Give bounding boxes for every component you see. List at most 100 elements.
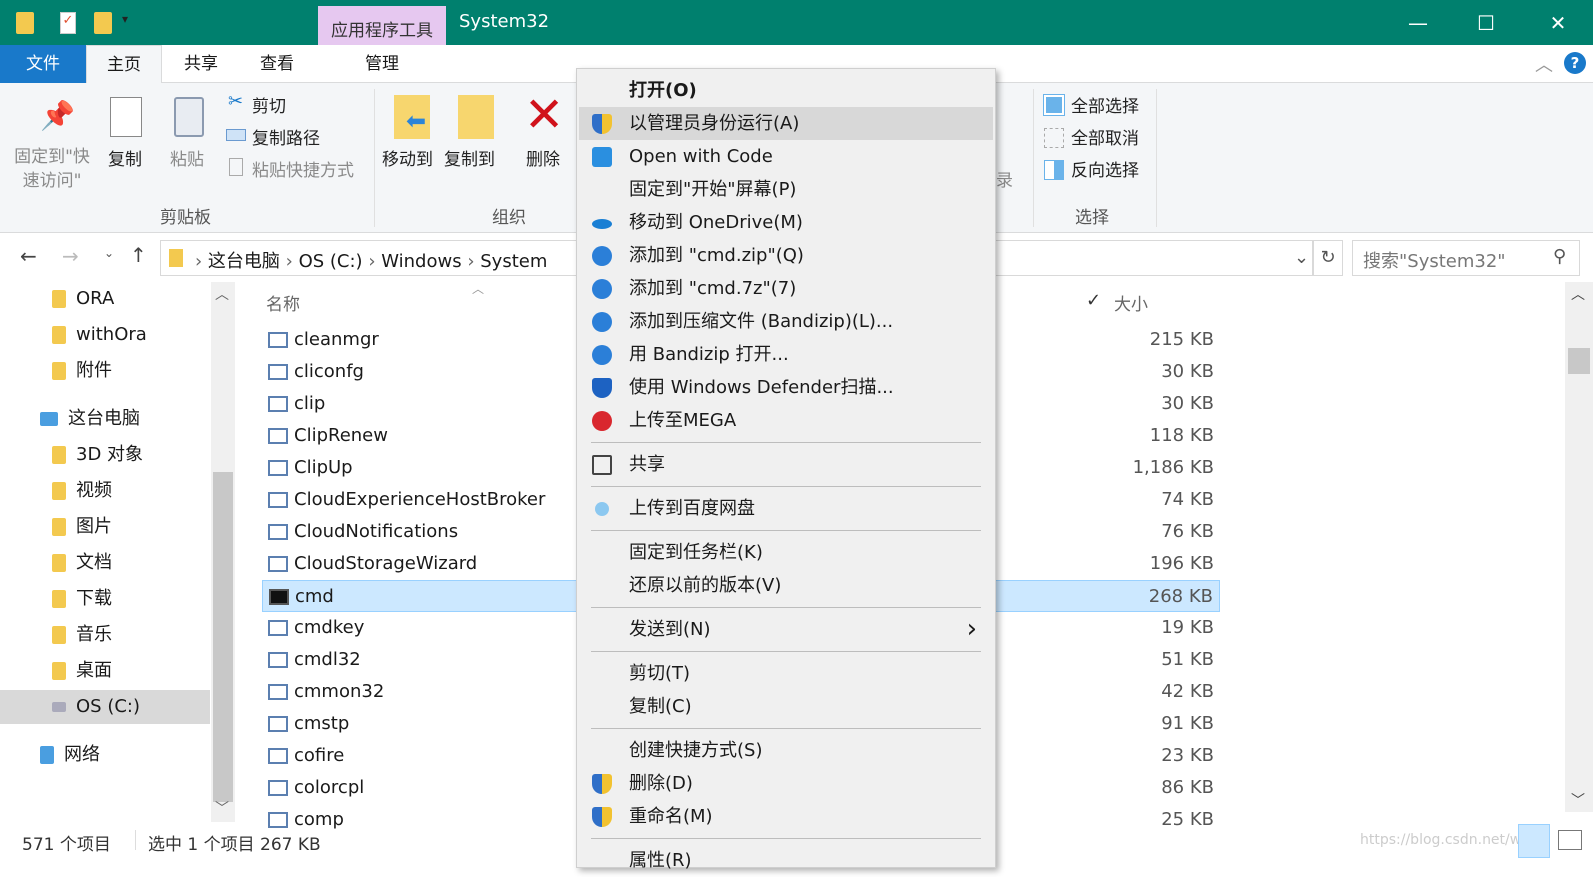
file-name: cleanmgr (294, 329, 379, 350)
menu-item[interactable]: 以管理员身份运行(A) (579, 107, 993, 140)
menu-item-label: 固定到任务栏(K) (629, 542, 763, 563)
select-none-icon (1044, 128, 1064, 148)
menu-item[interactable]: 复制(C) (579, 690, 993, 723)
properties-quick-icon[interactable]: ✓ (60, 12, 76, 34)
nav-item[interactable]: 附件 (0, 354, 210, 388)
nav-item[interactable]: 文档 (0, 546, 210, 580)
minimize-button[interactable]: — (1395, 8, 1441, 38)
menu-item[interactable]: 打开(O) (579, 74, 993, 107)
menu-item[interactable]: 添加到 "cmd.7z"(7) (579, 272, 993, 305)
tab-file[interactable]: 文件 (0, 45, 86, 83)
maximize-button[interactable]: ☐ (1463, 8, 1509, 38)
invert-selection-button[interactable]: 反向选择 (1071, 156, 1139, 181)
breadcrumb: › 这台电脑 › OS (C:) › Windows › System (195, 251, 548, 272)
details-view-button[interactable] (1518, 824, 1550, 858)
nav-item[interactable]: 视频 (0, 474, 210, 508)
nav-item[interactable]: 桌面 (0, 654, 210, 688)
file-icon (268, 364, 288, 380)
nav-item[interactable]: 3D 对象 (0, 438, 210, 472)
nav-scroll-thumb[interactable] (213, 472, 233, 802)
close-button[interactable]: ✕ (1535, 8, 1581, 38)
checkbox-column-icon[interactable]: ✓ (1086, 290, 1101, 311)
menu-item[interactable]: 添加到 "cmd.zip"(Q) (579, 239, 993, 272)
help-icon[interactable]: ? (1564, 52, 1586, 74)
menu-item-label: 以管理员身份运行(A) (629, 113, 800, 134)
file-icon (268, 684, 288, 700)
nav-item-this-pc[interactable]: 这台电脑 (0, 402, 210, 436)
tab-home[interactable]: 主页 (86, 45, 162, 84)
menu-item[interactable]: 添加到压缩文件 (Bandizip)(L)... (579, 305, 993, 338)
move-to-button[interactable]: 移动到 (382, 145, 433, 170)
delete-button[interactable]: 删除 (526, 145, 560, 170)
menu-item[interactable]: 上传到百度网盘 (579, 492, 993, 525)
tab-share[interactable]: 共享 (166, 45, 236, 83)
menu-item[interactable]: 创建快捷方式(S) (579, 734, 993, 767)
menu-item[interactable]: 用 Bandizip 打开... (579, 338, 993, 371)
menu-item[interactable]: 重命名(M) (579, 800, 993, 833)
nav-scrollbar[interactable]: ︿ ﹀ (211, 282, 235, 822)
file-size: 51 KB (1161, 649, 1214, 670)
menu-item[interactable]: 共享 (579, 448, 993, 481)
paste-shortcut-button[interactable]: 粘贴快捷方式 (252, 156, 354, 181)
nav-item[interactable]: 下载 (0, 582, 210, 616)
nav-item[interactable]: 图片 (0, 510, 210, 544)
paste-button[interactable]: 粘贴 (170, 145, 204, 170)
column-header-name[interactable]: 名称 (266, 290, 300, 315)
copy-button[interactable]: 复制 (108, 145, 142, 170)
menu-item[interactable]: Open with Code (579, 140, 993, 173)
history-button-partial[interactable]: 录 (996, 166, 1013, 191)
list-scrollbar[interactable]: ︿ ﹀ (1565, 282, 1593, 812)
recent-locations-button[interactable]: ⌄ (104, 246, 114, 260)
search-input[interactable]: 搜索"System32" ⚲ (1352, 240, 1580, 276)
copy-path-button[interactable]: 复制路径 (252, 124, 320, 149)
back-button[interactable]: ← (20, 244, 37, 268)
menu-item[interactable]: 固定到"开始"屏幕(P) (579, 173, 993, 206)
delete-icon: ✕ (524, 87, 565, 143)
forward-button[interactable]: → (62, 244, 79, 268)
tab-manage[interactable]: 管理 (318, 45, 446, 83)
menu-item[interactable]: 上传至MEGA (579, 404, 993, 437)
select-all-button[interactable]: 全部选择 (1071, 92, 1139, 117)
collapse-ribbon-icon[interactable]: ︿ (1535, 51, 1553, 77)
large-icons-view-button[interactable] (1558, 830, 1582, 850)
file-icon (268, 396, 288, 412)
breadcrumb-windows[interactable]: Windows (381, 251, 461, 272)
breadcrumb-os-c[interactable]: OS (C:) (299, 251, 363, 272)
menu-item[interactable]: 还原以前的版本(V) (579, 569, 993, 602)
bandizip-icon (592, 246, 612, 266)
nav-item-os-c[interactable]: OS (C:) (0, 690, 210, 724)
nav-item[interactable]: ORA (0, 282, 210, 316)
column-header-size[interactable]: 大小 (1114, 290, 1148, 315)
nav-item[interactable]: 音乐 (0, 618, 210, 652)
nav-item[interactable]: withOra (0, 318, 210, 352)
menu-item[interactable]: 移动到 OneDrive(M) (579, 206, 993, 239)
up-button[interactable]: ↑ (130, 243, 147, 267)
tab-view[interactable]: 查看 (240, 45, 314, 83)
menu-item[interactable]: 发送到(N) › (579, 613, 993, 646)
move-to-icon: ⬅ (394, 95, 430, 139)
menu-item[interactable]: 剪切(T) (579, 657, 993, 690)
cut-button[interactable]: 剪切 (252, 92, 286, 117)
menu-item[interactable]: 属性(R) (579, 844, 993, 877)
menu-item-label: 共享 (629, 454, 665, 475)
menu-separator (591, 607, 981, 608)
folder-icon (169, 249, 183, 267)
file-size: 74 KB (1161, 489, 1214, 510)
menu-item[interactable]: 使用 Windows Defender扫描... (579, 371, 993, 404)
contextual-tab-group: 应用程序工具 (318, 6, 446, 45)
select-none-button[interactable]: 全部取消 (1071, 124, 1139, 149)
copy-to-button[interactable]: 复制到 (444, 145, 495, 170)
nav-item-network[interactable]: 网络 (0, 738, 210, 772)
new-folder-quick-icon[interactable] (94, 12, 112, 34)
watermark: https://blog.csdn.net/w... (1360, 832, 1534, 848)
menu-item[interactable]: 删除(D) (579, 767, 993, 800)
breadcrumb-this-pc[interactable]: 这台电脑 (208, 251, 280, 272)
address-dropdown-icon[interactable]: ⌄ (1294, 247, 1309, 268)
list-scroll-thumb[interactable] (1568, 348, 1590, 374)
file-icon (268, 332, 288, 348)
pin-quick-access-button[interactable]: 固定到"快速访问" (12, 145, 92, 193)
refresh-button[interactable]: ↻ (1313, 240, 1343, 276)
customize-quick-access-icon[interactable]: ▾ (122, 12, 128, 26)
menu-item[interactable]: 固定到任务栏(K) (579, 536, 993, 569)
breadcrumb-system32[interactable]: System (480, 251, 547, 272)
